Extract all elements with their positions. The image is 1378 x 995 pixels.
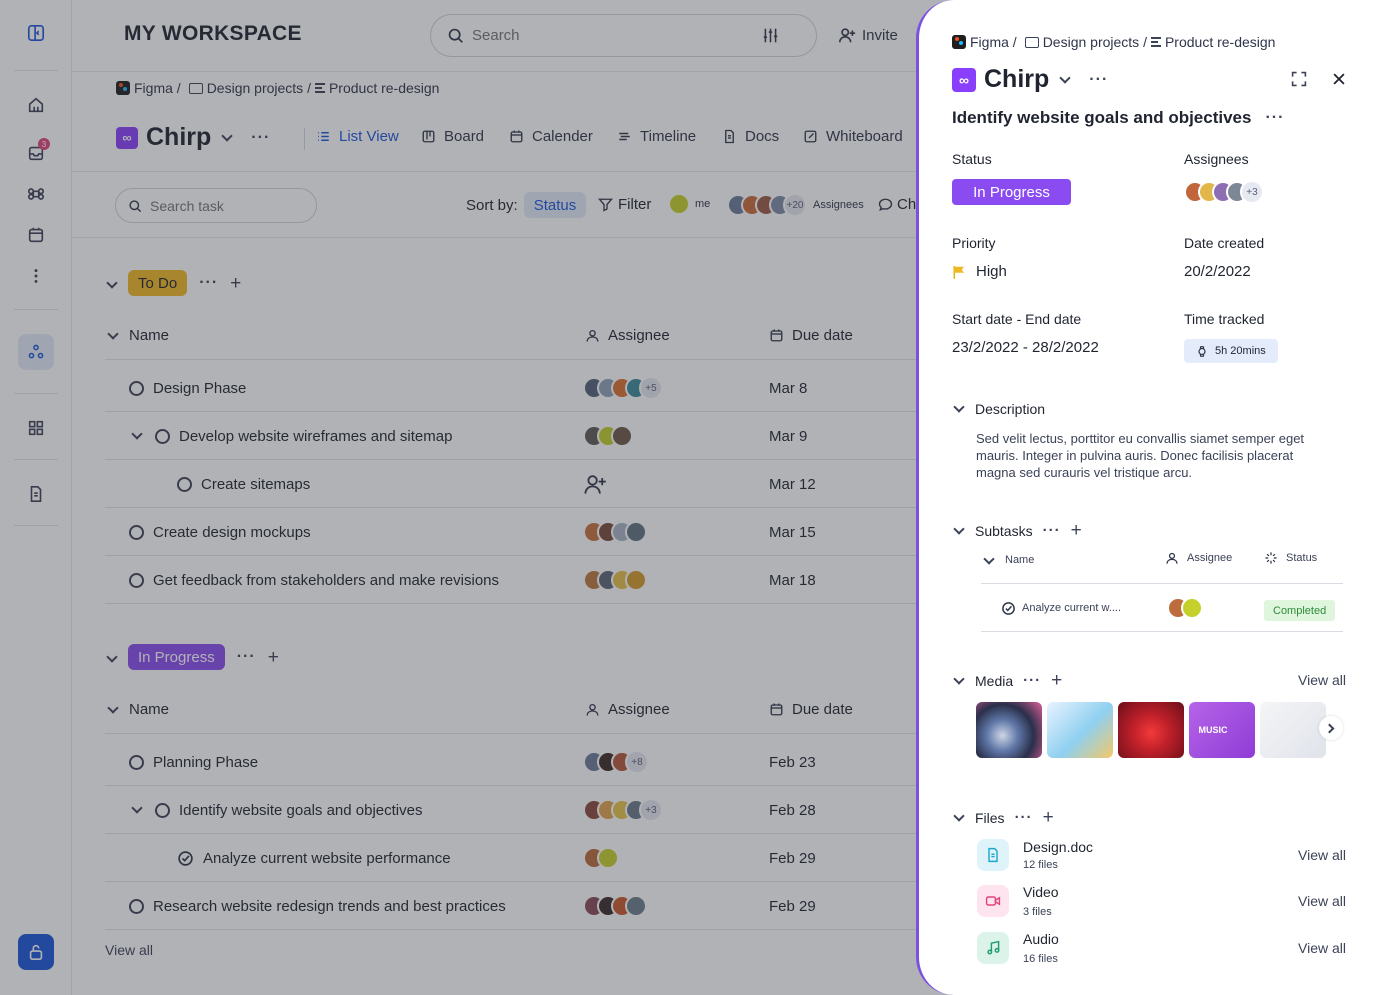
document-file-icon xyxy=(977,839,1009,871)
subtask-name: Analyze current w.... xyxy=(1022,602,1122,614)
close-icon[interactable] xyxy=(1332,72,1346,86)
add-icon[interactable]: + xyxy=(1071,521,1082,540)
media-thumbnail[interactable] xyxy=(976,702,1042,758)
loader-icon xyxy=(1265,552,1277,564)
dates-label: Start date - End date xyxy=(952,311,1082,327)
more-icon[interactable]: ··· xyxy=(1089,71,1108,89)
task-title[interactable]: Identify website goals and objectives xyxy=(952,108,1251,128)
breadcrumb-item[interactable]: Design projects / xyxy=(1043,34,1147,50)
time-tracked-chip[interactable]: 5h 20mins xyxy=(1184,339,1278,363)
more-icon[interactable]: ··· xyxy=(1265,109,1284,127)
breadcrumb-item[interactable]: Product re-design xyxy=(1165,34,1276,50)
assignees-label: Assignees xyxy=(1184,151,1249,167)
more-icon[interactable]: ··· xyxy=(1043,522,1061,539)
media-thumbnail[interactable] xyxy=(1260,702,1326,758)
priority-value[interactable]: High xyxy=(952,263,1007,280)
figma-icon xyxy=(952,35,966,49)
files-label: Files xyxy=(975,809,1005,826)
column-label: Assignee xyxy=(1187,552,1233,564)
chevron-down-icon[interactable] xyxy=(953,809,965,822)
user-icon xyxy=(1166,552,1178,564)
dates-value[interactable]: 23/2/2022 - 28/2/2022 xyxy=(952,339,1099,356)
description-section: Description xyxy=(953,401,1046,417)
task-title-row: Identify website goals and objectives ··… xyxy=(952,108,1284,128)
subtask-assignees[interactable] xyxy=(1167,584,1203,632)
chevron-down-icon[interactable] xyxy=(953,401,965,413)
column-label: Status xyxy=(1286,552,1318,564)
video-file-icon xyxy=(977,885,1009,917)
check-circle-icon[interactable] xyxy=(1001,601,1016,616)
panel-project-name: Chirp xyxy=(984,65,1050,93)
media-section: Media ··· + xyxy=(953,671,1062,690)
file-count: 12 files xyxy=(1023,859,1058,871)
flag-icon xyxy=(953,265,964,279)
date-created-label: Date created xyxy=(1184,235,1265,251)
panel-project-selector[interactable]: ∞ Chirp ··· xyxy=(952,65,1108,94)
priority-label: Priority xyxy=(952,235,996,251)
more-icon[interactable]: ··· xyxy=(1015,809,1033,826)
avatar xyxy=(1181,597,1203,619)
add-icon[interactable]: + xyxy=(1043,808,1054,827)
description-label: Description xyxy=(975,401,1046,417)
time-tracked-value: 5h 20mins xyxy=(1215,345,1266,357)
files-section: Files ··· + xyxy=(953,808,1054,827)
priority-text: High xyxy=(976,263,1007,280)
file-view-all-link[interactable]: View all xyxy=(1298,847,1346,863)
media-thumbnail[interactable] xyxy=(1118,702,1184,758)
more-icon[interactable]: ··· xyxy=(1023,672,1041,689)
chevron-down-icon[interactable] xyxy=(953,672,965,685)
column-assignee[interactable]: Assignee xyxy=(1165,551,1232,565)
file-name[interactable]: Video xyxy=(1023,884,1059,900)
column-name[interactable]: Name xyxy=(1005,554,1034,566)
media-thumbnail[interactable]: MUSIC xyxy=(1189,702,1255,758)
avatar-more-count: +3 xyxy=(1240,180,1264,204)
column-status[interactable]: Status xyxy=(1264,551,1317,565)
status-label: Status xyxy=(952,151,992,167)
expand-icon[interactable] xyxy=(1291,71,1307,87)
subtask-name-cell[interactable]: Analyze current w.... xyxy=(1001,584,1121,632)
audio-file-icon xyxy=(977,932,1009,964)
task-detail-panel: Figma / Design projects / Product re-des… xyxy=(916,0,1378,995)
breadcrumb-item[interactable]: Figma / xyxy=(970,34,1017,50)
description-text[interactable]: Sed velit lectus, porttitor eu convallis… xyxy=(976,430,1336,481)
completed-badge[interactable]: Completed xyxy=(1264,600,1336,621)
add-icon[interactable]: + xyxy=(1051,671,1062,690)
folder-icon xyxy=(1024,36,1039,48)
date-created-value: 20/2/2022 xyxy=(1184,263,1251,280)
file-count: 3 files xyxy=(1023,906,1052,918)
chevron-down-icon[interactable] xyxy=(953,522,965,535)
media-label: Media xyxy=(975,672,1014,689)
file-view-all-link[interactable]: View all xyxy=(1298,893,1346,909)
project-logo-icon: ∞ xyxy=(952,67,976,92)
chevron-down-icon[interactable] xyxy=(1059,71,1071,84)
media-poster-text: MUSIC xyxy=(1198,725,1228,735)
time-tracked-label: Time tracked xyxy=(1184,311,1265,327)
next-arrow-icon[interactable] xyxy=(1319,716,1343,740)
list-icon xyxy=(1150,37,1161,47)
subtasks-section: Subtasks ··· + xyxy=(953,521,1082,540)
panel-breadcrumb: Figma / Design projects / Product re-des… xyxy=(952,34,1275,50)
file-name[interactable]: Audio xyxy=(1023,931,1059,947)
file-count: 16 files xyxy=(1023,953,1058,965)
subtasks-label: Subtasks xyxy=(975,522,1033,539)
subtask-row[interactable]: Analyze current w.... Completed xyxy=(981,584,1343,632)
file-name[interactable]: Design.doc xyxy=(1023,839,1093,855)
media-view-all-link[interactable]: View all xyxy=(1298,672,1346,688)
status-dropdown[interactable]: In Progress xyxy=(952,179,1071,205)
assignee-avatars[interactable]: +3 xyxy=(1184,180,1264,204)
chevron-down-icon[interactable] xyxy=(983,553,995,565)
subtask-header: Name Assignee Status xyxy=(981,543,1343,584)
media-thumbnail[interactable] xyxy=(1047,702,1113,758)
file-view-all-link[interactable]: View all xyxy=(1298,940,1346,956)
watch-icon xyxy=(1198,345,1206,357)
